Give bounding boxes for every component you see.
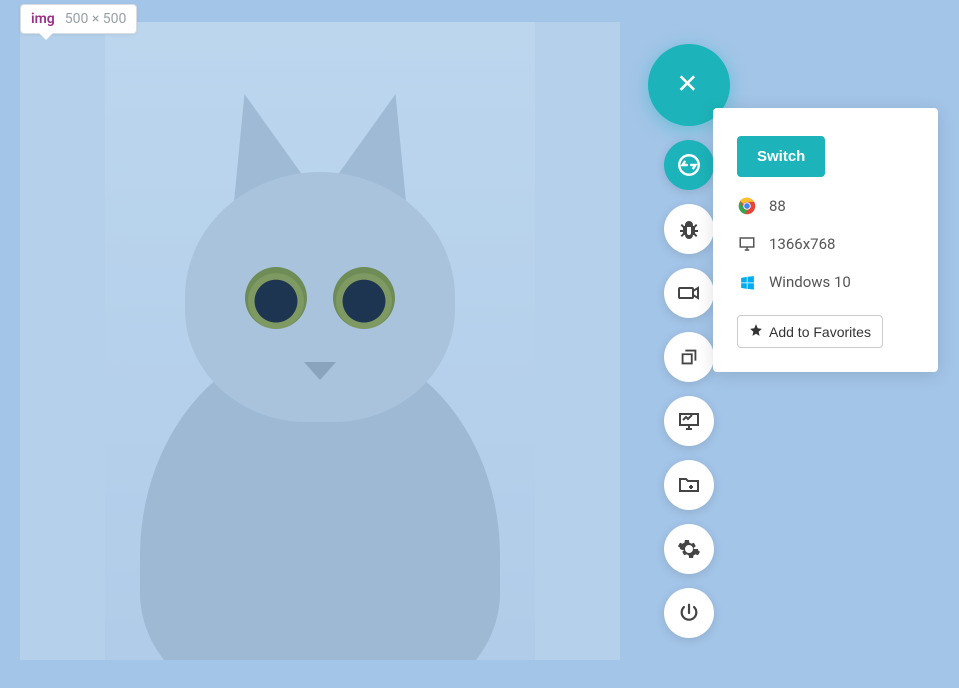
switch-icon xyxy=(676,152,702,178)
copy-icon xyxy=(678,346,700,368)
monitor-icon xyxy=(737,235,757,253)
bug-report-button[interactable] xyxy=(664,204,714,254)
folder-icon xyxy=(677,473,701,497)
settings-button[interactable] xyxy=(664,524,714,574)
resolution-info-row: 1366x768 xyxy=(737,235,914,253)
video-icon xyxy=(677,281,701,305)
power-icon xyxy=(678,602,700,624)
element-tag: img xyxy=(31,11,55,27)
switch-session-button[interactable] xyxy=(664,140,714,190)
gear-icon xyxy=(677,537,701,561)
bug-icon xyxy=(677,217,701,241)
element-tooltip: img 500 × 500 xyxy=(20,4,137,34)
add-to-favorites-button[interactable]: Add to Favorites xyxy=(737,315,883,348)
close-icon xyxy=(676,72,702,98)
browser-info-row: 88 xyxy=(737,197,914,215)
switch-button[interactable]: Switch xyxy=(737,136,825,177)
windows-icon xyxy=(737,274,757,291)
image-canvas xyxy=(20,22,620,660)
os-text: Windows 10 xyxy=(769,273,851,291)
browser-version-text: 88 xyxy=(769,197,786,215)
end-session-button[interactable] xyxy=(664,588,714,638)
device-view-button[interactable] xyxy=(664,396,714,446)
element-dimensions: 500 × 500 xyxy=(65,11,127,27)
star-icon xyxy=(749,323,763,340)
favorites-label: Add to Favorites xyxy=(769,324,871,340)
switch-panel: Switch 88 1366x768 Windows 10 Add to Fav… xyxy=(713,108,938,372)
record-video-button[interactable] xyxy=(664,268,714,318)
os-info-row: Windows 10 xyxy=(737,273,914,291)
files-button[interactable] xyxy=(664,460,714,510)
screenshot-button[interactable] xyxy=(664,332,714,382)
device-icon xyxy=(677,409,701,433)
resolution-text: 1366x768 xyxy=(769,235,835,253)
chrome-icon xyxy=(737,197,757,215)
placeholder-image xyxy=(105,22,535,660)
